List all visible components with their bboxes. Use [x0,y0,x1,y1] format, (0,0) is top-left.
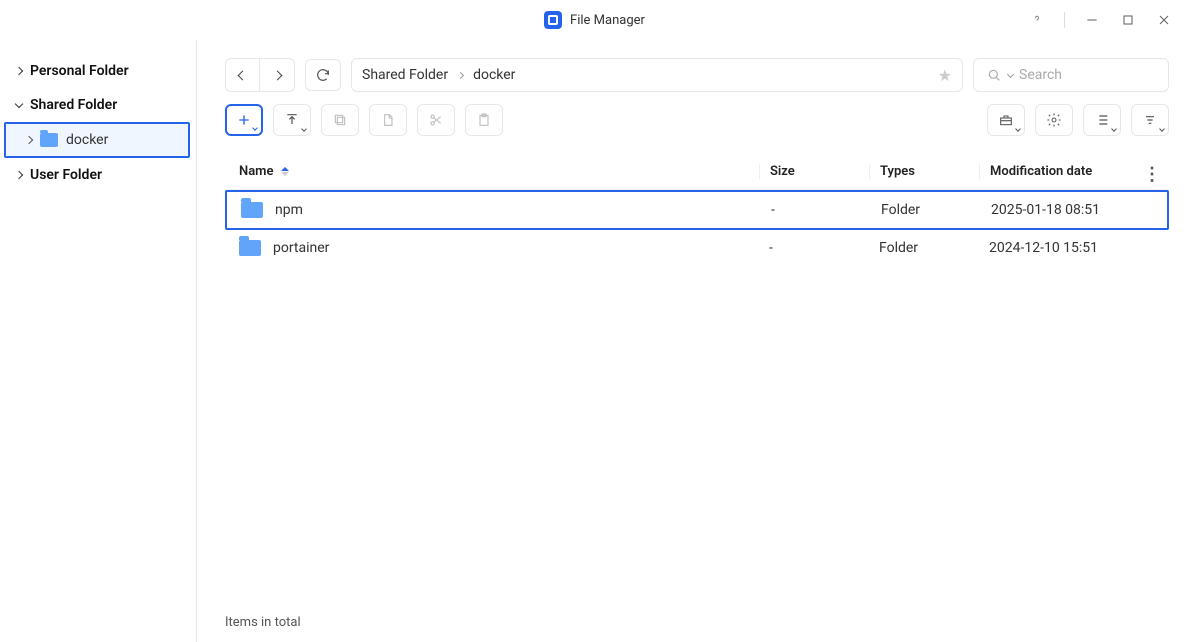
column-type[interactable]: Types [869,164,979,179]
chevron-down-icon [252,125,258,131]
forward-button[interactable] [260,59,294,91]
close-button[interactable] [1155,11,1173,29]
chevron-left-icon [238,70,248,80]
window-controls [1028,11,1173,29]
chevron-right-icon [25,136,33,144]
upload-icon [284,112,300,128]
breadcrumb-current: docker [473,67,515,83]
copy-icon [332,112,348,128]
content-area: Shared Folder docker ★ Search [197,40,1189,642]
folder-icon [40,133,58,147]
minimize-icon [1084,12,1100,28]
column-label: Name [239,164,273,179]
app-icon [544,11,562,29]
gear-icon [1046,112,1062,128]
file-size: - [771,202,775,218]
file-type: Folder [881,202,920,218]
file-name: portainer [273,240,329,256]
file-type: Folder [879,240,918,256]
refresh-button[interactable] [305,59,341,91]
app-title-group: File Manager [544,11,645,29]
folder-icon [239,240,261,256]
sidebar-item-label: User Folder [30,167,102,183]
nav-buttons [225,58,295,92]
back-button[interactable] [226,59,260,91]
list-icon [1094,112,1110,128]
status-bar: Items in total [225,615,301,630]
column-options-button[interactable]: ⋮ [1143,164,1161,185]
column-date[interactable]: Modification date [979,164,1155,179]
sort-indicator-icon [281,167,289,176]
minimize-button[interactable] [1083,11,1101,29]
column-label: Size [770,164,795,179]
file-table: Name Size Types Modification date ⋮ npm … [225,154,1169,266]
chevron-down-icon [1015,126,1021,132]
column-name[interactable]: Name [239,164,759,179]
chevron-down-icon [301,126,307,132]
table-header: Name Size Types Modification date ⋮ [225,154,1169,190]
chevron-down-icon [15,99,23,107]
cut-button[interactable] [417,104,455,136]
plus-icon [236,112,252,128]
status-text: Items in total [225,615,301,630]
view-list-button[interactable] [1083,104,1121,136]
actions-toolbar [225,104,1169,136]
settings-button[interactable] [1035,104,1073,136]
sort-button[interactable] [1131,104,1169,136]
sidebar-item-label: Shared Folder [30,97,117,113]
breadcrumb[interactable]: Shared Folder docker ★ [351,58,963,92]
column-size[interactable]: Size [759,164,869,179]
file-date: 2025-01-18 08:51 [991,202,1100,218]
file-arrow-icon [380,112,396,128]
column-label: Modification date [990,164,1092,179]
sidebar-subitem-docker[interactable]: docker [4,122,190,158]
sidebar-item-user[interactable]: User Folder [0,158,196,192]
chevron-right-icon [15,67,23,75]
separator [1064,12,1065,28]
maximize-icon [1120,12,1136,28]
help-icon [1029,12,1045,28]
chevron-down-icon [1111,126,1117,132]
upload-button[interactable] [273,104,311,136]
search-icon [986,67,1002,83]
new-button[interactable] [225,104,263,136]
favorite-button[interactable]: ★ [938,66,952,85]
file-date: 2024-12-10 15:51 [989,240,1098,256]
copy-button[interactable] [321,104,359,136]
chevron-right-icon [15,171,23,179]
sort-icon [1142,112,1158,128]
scissors-icon [428,112,444,128]
paste-icon [476,112,492,128]
help-button[interactable] [1028,11,1046,29]
maximize-button[interactable] [1119,11,1137,29]
chevron-right-icon [457,71,464,78]
sidebar-subitem-label: docker [66,132,108,148]
file-size: - [769,240,773,256]
search-input[interactable]: Search [973,58,1169,92]
sidebar-item-label: Personal Folder [30,63,129,79]
move-button[interactable] [369,104,407,136]
sidebar-item-shared[interactable]: Shared Folder [0,88,196,122]
table-row[interactable]: npm - Folder 2025-01-18 08:51 [225,190,1169,230]
folder-icon [241,202,263,218]
top-toolbar: Shared Folder docker ★ Search [225,58,1169,92]
refresh-icon [315,67,331,83]
toolbox-button[interactable] [987,104,1025,136]
close-icon [1156,12,1172,28]
toolbox-icon [998,112,1014,128]
titlebar: File Manager [0,0,1189,40]
sidebar: Personal Folder Shared Folder docker Use… [0,40,197,642]
app-title: File Manager [570,13,645,28]
table-row[interactable]: portainer - Folder 2024-12-10 15:51 [225,230,1169,266]
column-label: Types [880,164,915,179]
breadcrumb-parent[interactable]: Shared Folder [362,67,448,83]
search-placeholder: Search [1019,67,1062,83]
paste-button[interactable] [465,104,503,136]
sidebar-item-personal[interactable]: Personal Folder [0,54,196,88]
chevron-down-icon [1159,126,1165,132]
chevron-right-icon [272,70,282,80]
file-name: npm [275,202,303,218]
chevron-down-icon [1007,70,1014,77]
